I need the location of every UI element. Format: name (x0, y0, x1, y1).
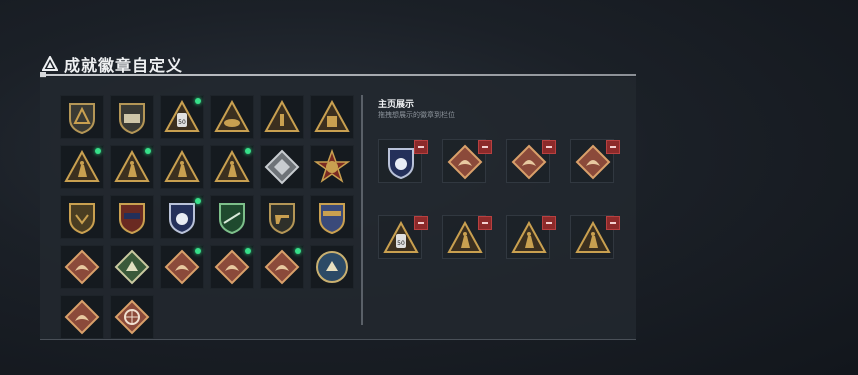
badge-slot[interactable] (160, 145, 204, 189)
showcase-slot[interactable]: 50 (378, 215, 428, 259)
dragon-red-badge-icon (214, 249, 250, 285)
showcase-slot[interactable] (442, 215, 492, 259)
remove-badge-button[interactable] (414, 140, 428, 154)
silver-diamond-badge-icon (264, 149, 300, 185)
badge-slot[interactable] (60, 245, 104, 289)
crest-badge-icon (319, 203, 345, 235)
parachute-badge-icon (114, 149, 150, 182)
boat-badge-icon (214, 99, 250, 132)
remove-badge-button[interactable] (606, 140, 620, 154)
badge-slot[interactable] (310, 245, 354, 289)
badge-grid: 50 (60, 95, 354, 339)
showcase-subtitle: 拖拽想展示的徽章到栏位 (378, 111, 455, 119)
star-emblem-badge-icon (314, 149, 350, 183)
rank-1-badge-icon (264, 99, 300, 132)
tower-badge-icon (214, 149, 250, 182)
vehicle-badge-icon (119, 103, 145, 135)
badge-slot[interactable] (210, 195, 254, 239)
svg-text:50: 50 (178, 119, 186, 126)
remove-badge-button[interactable] (606, 216, 620, 230)
round-emblem-badge-icon (316, 251, 348, 283)
page-title: 成就徽章自定义 (64, 56, 184, 75)
page-header: 成就徽章自定义 (42, 53, 183, 75)
badge-slot[interactable] (260, 195, 304, 239)
badge-slot[interactable] (260, 245, 304, 289)
wheel-badge-icon (114, 299, 150, 335)
new-indicator-dot (95, 148, 101, 154)
badge-slot[interactable] (110, 295, 154, 339)
badge-slot[interactable] (210, 95, 254, 139)
badge-slot[interactable] (210, 245, 254, 289)
badge-slot[interactable]: 50 (160, 95, 204, 139)
badge-slot[interactable] (60, 195, 104, 239)
new-indicator-dot (245, 248, 251, 254)
canister-badge-icon (314, 99, 350, 132)
runner-badge-icon (264, 249, 300, 285)
badge-slot[interactable] (110, 145, 154, 189)
police-shield-badge-icon (169, 203, 195, 235)
dragon-badge-icon (164, 249, 200, 285)
title-divider (40, 72, 636, 78)
showcase-slot[interactable] (506, 139, 556, 183)
showcase-slot[interactable] (570, 139, 620, 183)
new-indicator-dot (145, 148, 151, 154)
badge-slot[interactable] (260, 145, 304, 189)
remove-badge-button[interactable] (542, 216, 556, 230)
badge-slot[interactable] (60, 95, 104, 139)
badge-slot[interactable] (310, 95, 354, 139)
showcase-slot[interactable] (506, 215, 556, 259)
badge-slot[interactable] (160, 195, 204, 239)
shield-badge-icon (69, 103, 95, 135)
badge-slot[interactable] (310, 195, 354, 239)
remove-badge-button[interactable] (414, 216, 428, 230)
stars-shield-badge-icon (119, 203, 145, 235)
badge-slot[interactable] (60, 295, 104, 339)
showcase-slot[interactable] (378, 139, 428, 183)
badge-panel: 50 主页展示 拖拽想展示的徽章到栏位 50 (40, 77, 636, 340)
new-indicator-dot (195, 198, 201, 204)
beast-badge-icon (64, 299, 100, 335)
badge-slot[interactable] (110, 95, 154, 139)
badge-slot[interactable] (210, 145, 254, 189)
kit-50-badge-icon: 50 (164, 99, 200, 132)
svg-text:50: 50 (397, 240, 405, 247)
remove-badge-button[interactable] (478, 216, 492, 230)
showcase-slot[interactable] (570, 215, 620, 259)
remove-badge-button[interactable] (478, 140, 492, 154)
scrollbar[interactable] (361, 95, 363, 325)
badge-slot[interactable] (310, 145, 354, 189)
soldier-badge-icon (64, 149, 100, 182)
new-indicator-dot (245, 148, 251, 154)
remove-badge-button[interactable] (542, 140, 556, 154)
squad-badge-icon (164, 149, 200, 182)
warrior-green-badge-icon (114, 249, 150, 285)
warning-triangle-icon (42, 56, 58, 71)
new-indicator-dot (195, 98, 201, 104)
pistol-badge-icon (269, 203, 295, 235)
showcase-title: 主页展示 (378, 100, 415, 110)
showcase-slot[interactable] (442, 139, 492, 183)
new-indicator-dot (195, 248, 201, 254)
badge-slot[interactable] (110, 195, 154, 239)
eagle-shield-badge-icon (69, 203, 95, 235)
badge-slot[interactable] (60, 145, 104, 189)
new-indicator-dot (295, 248, 301, 254)
wolf-badge-icon (64, 249, 100, 285)
rifle-green-badge-icon (219, 203, 245, 235)
badge-slot[interactable] (260, 95, 304, 139)
badge-slot[interactable] (160, 245, 204, 289)
badge-slot[interactable] (110, 245, 154, 289)
